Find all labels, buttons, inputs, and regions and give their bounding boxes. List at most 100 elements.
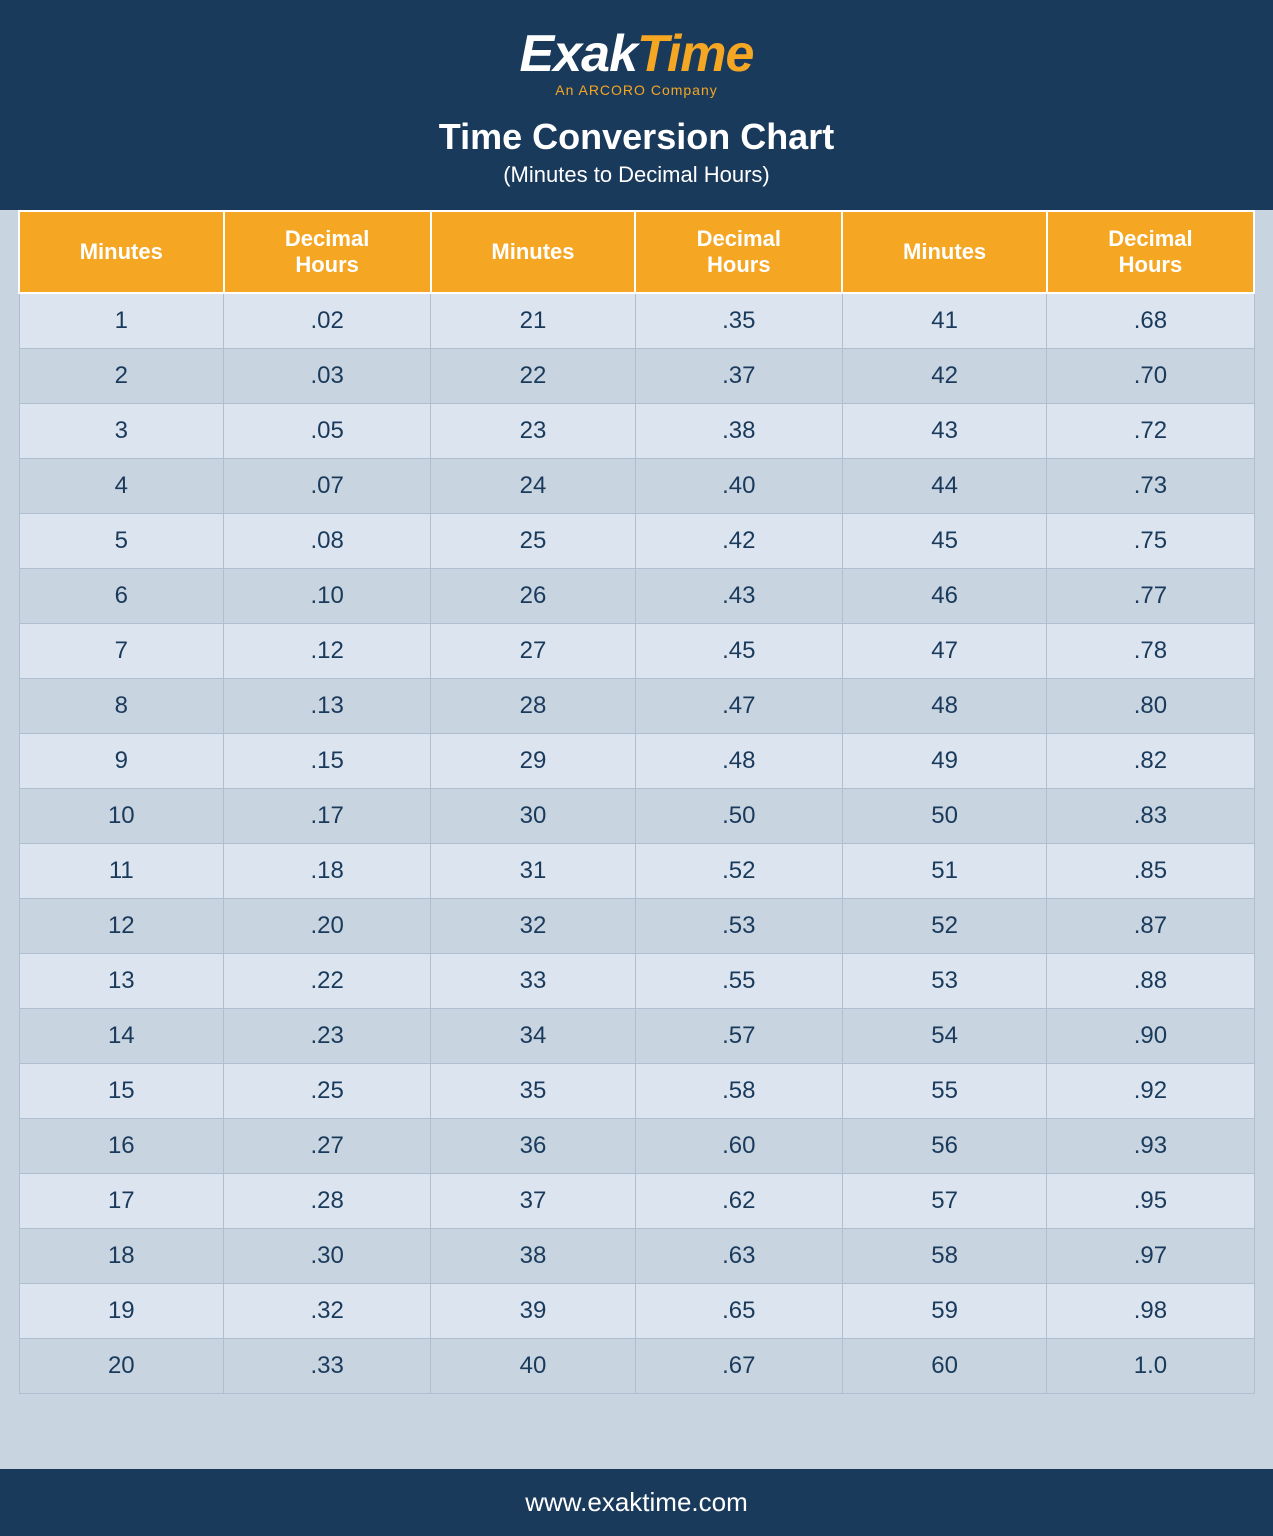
minutes-col2: 32 [431,899,636,954]
minutes-col3: 41 [842,293,1047,349]
decimal-col3: .75 [1047,514,1254,569]
table-row: 12 .20 32 .53 52 .87 [19,899,1254,954]
table-row: 19 .32 39 .65 59 .98 [19,1284,1254,1339]
decimal-col2: .52 [635,844,842,899]
col2-decimal-header: DecimalHours [635,211,842,293]
decimal-col2: .67 [635,1339,842,1394]
decimal-col3: .70 [1047,349,1254,404]
logo-sub-prefix: An [555,82,578,98]
decimal-col2: .63 [635,1229,842,1284]
decimal-col3: .90 [1047,1009,1254,1064]
decimal-col2: .60 [635,1119,842,1174]
minutes-col3: 54 [842,1009,1047,1064]
minutes-col3: 50 [842,789,1047,844]
minutes-col2: 24 [431,459,636,514]
conversion-table: Minutes DecimalHours Minutes DecimalHour… [18,210,1255,1394]
table-row: 18 .30 38 .63 58 .97 [19,1229,1254,1284]
minutes-col3: 58 [842,1229,1047,1284]
minutes-col2: 27 [431,624,636,679]
table-row: 1 .02 21 .35 41 .68 [19,293,1254,349]
minutes-col1: 19 [19,1284,224,1339]
minutes-col1: 17 [19,1174,224,1229]
minutes-col3: 57 [842,1174,1047,1229]
decimal-col1: .08 [224,514,431,569]
minutes-col2: 23 [431,404,636,459]
minutes-col3: 47 [842,624,1047,679]
decimal-col1: .28 [224,1174,431,1229]
decimal-col1: .18 [224,844,431,899]
decimal-col1: .07 [224,459,431,514]
decimal-col1: .32 [224,1284,431,1339]
decimal-col2: .58 [635,1064,842,1119]
decimal-col3: .87 [1047,899,1254,954]
decimal-col1: .23 [224,1009,431,1064]
minutes-col1: 1 [19,293,224,349]
minutes-col1: 7 [19,624,224,679]
decimal-col2: .53 [635,899,842,954]
logo-time: Time [637,25,753,83]
minutes-col3: 48 [842,679,1047,734]
decimal-col1: .33 [224,1339,431,1394]
minutes-col1: 14 [19,1009,224,1064]
col1-minutes-header: Minutes [19,211,224,293]
col2-minutes-header: Minutes [431,211,636,293]
table-row: 4 .07 24 .40 44 .73 [19,459,1254,514]
decimal-col3: .98 [1047,1284,1254,1339]
table-row: 2 .03 22 .37 42 .70 [19,349,1254,404]
decimal-col2: .65 [635,1284,842,1339]
col1-decimal-header: DecimalHours [224,211,431,293]
minutes-col2: 30 [431,789,636,844]
minutes-col1: 18 [19,1229,224,1284]
logo: ExakTime An ARCORO Company [520,28,754,98]
table-header-row: Minutes DecimalHours Minutes DecimalHour… [19,211,1254,293]
decimal-col3: 1.0 [1047,1339,1254,1394]
minutes-col1: 15 [19,1064,224,1119]
footer-url: www.exaktime.com [18,1487,1255,1518]
minutes-col1: 20 [19,1339,224,1394]
minutes-col2: 40 [431,1339,636,1394]
minutes-col2: 25 [431,514,636,569]
minutes-col3: 45 [842,514,1047,569]
decimal-col1: .03 [224,349,431,404]
decimal-col2: .50 [635,789,842,844]
minutes-col3: 52 [842,899,1047,954]
minutes-col1: 11 [19,844,224,899]
decimal-col3: .68 [1047,293,1254,349]
decimal-col2: .38 [635,404,842,459]
table-row: 8 .13 28 .47 48 .80 [19,679,1254,734]
decimal-col1: .13 [224,679,431,734]
minutes-col1: 3 [19,404,224,459]
minutes-col3: 44 [842,459,1047,514]
chart-subtitle: (Minutes to Decimal Hours) [40,162,1233,188]
table-row: 10 .17 30 .50 50 .83 [19,789,1254,844]
decimal-col1: .05 [224,404,431,459]
minutes-col1: 10 [19,789,224,844]
decimal-col1: .02 [224,293,431,349]
decimal-col2: .35 [635,293,842,349]
minutes-col1: 13 [19,954,224,1009]
decimal-col3: .83 [1047,789,1254,844]
minutes-col1: 16 [19,1119,224,1174]
minutes-col2: 28 [431,679,636,734]
minutes-col1: 9 [19,734,224,789]
decimal-col3: .78 [1047,624,1254,679]
decimal-col3: .92 [1047,1064,1254,1119]
decimal-col1: .25 [224,1064,431,1119]
table-wrapper: Minutes DecimalHours Minutes DecimalHour… [0,210,1273,1469]
decimal-col2: .40 [635,459,842,514]
decimal-col3: .72 [1047,404,1254,459]
minutes-col3: 59 [842,1284,1047,1339]
logo-exak: Exak [520,25,637,83]
page-container: ExakTime An ARCORO Company Time Conversi… [0,0,1273,1536]
decimal-col3: .85 [1047,844,1254,899]
decimal-col3: .77 [1047,569,1254,624]
minutes-col1: 8 [19,679,224,734]
table-row: 15 .25 35 .58 55 .92 [19,1064,1254,1119]
minutes-col2: 33 [431,954,636,1009]
decimal-col2: .47 [635,679,842,734]
decimal-col2: .42 [635,514,842,569]
decimal-col1: .20 [224,899,431,954]
minutes-col1: 4 [19,459,224,514]
col3-minutes-header: Minutes [842,211,1047,293]
decimal-col1: .22 [224,954,431,1009]
